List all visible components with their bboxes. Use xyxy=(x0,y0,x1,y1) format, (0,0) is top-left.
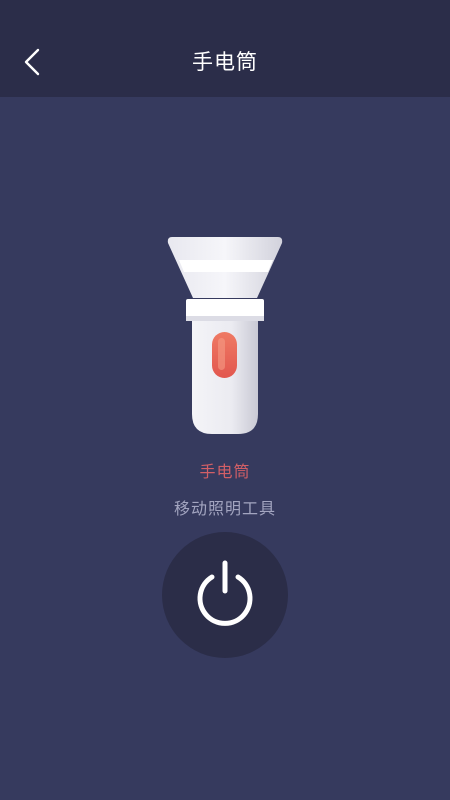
power-button[interactable] xyxy=(162,532,288,658)
flashlight-name: 手电筒 xyxy=(199,462,251,481)
flashlight-description: 移动照明工具 xyxy=(173,499,276,518)
flashlight-icon xyxy=(160,232,290,442)
power-icon xyxy=(197,560,253,626)
top-bar: 手电筒 xyxy=(0,0,450,97)
page-title: 手电筒 xyxy=(192,50,258,74)
